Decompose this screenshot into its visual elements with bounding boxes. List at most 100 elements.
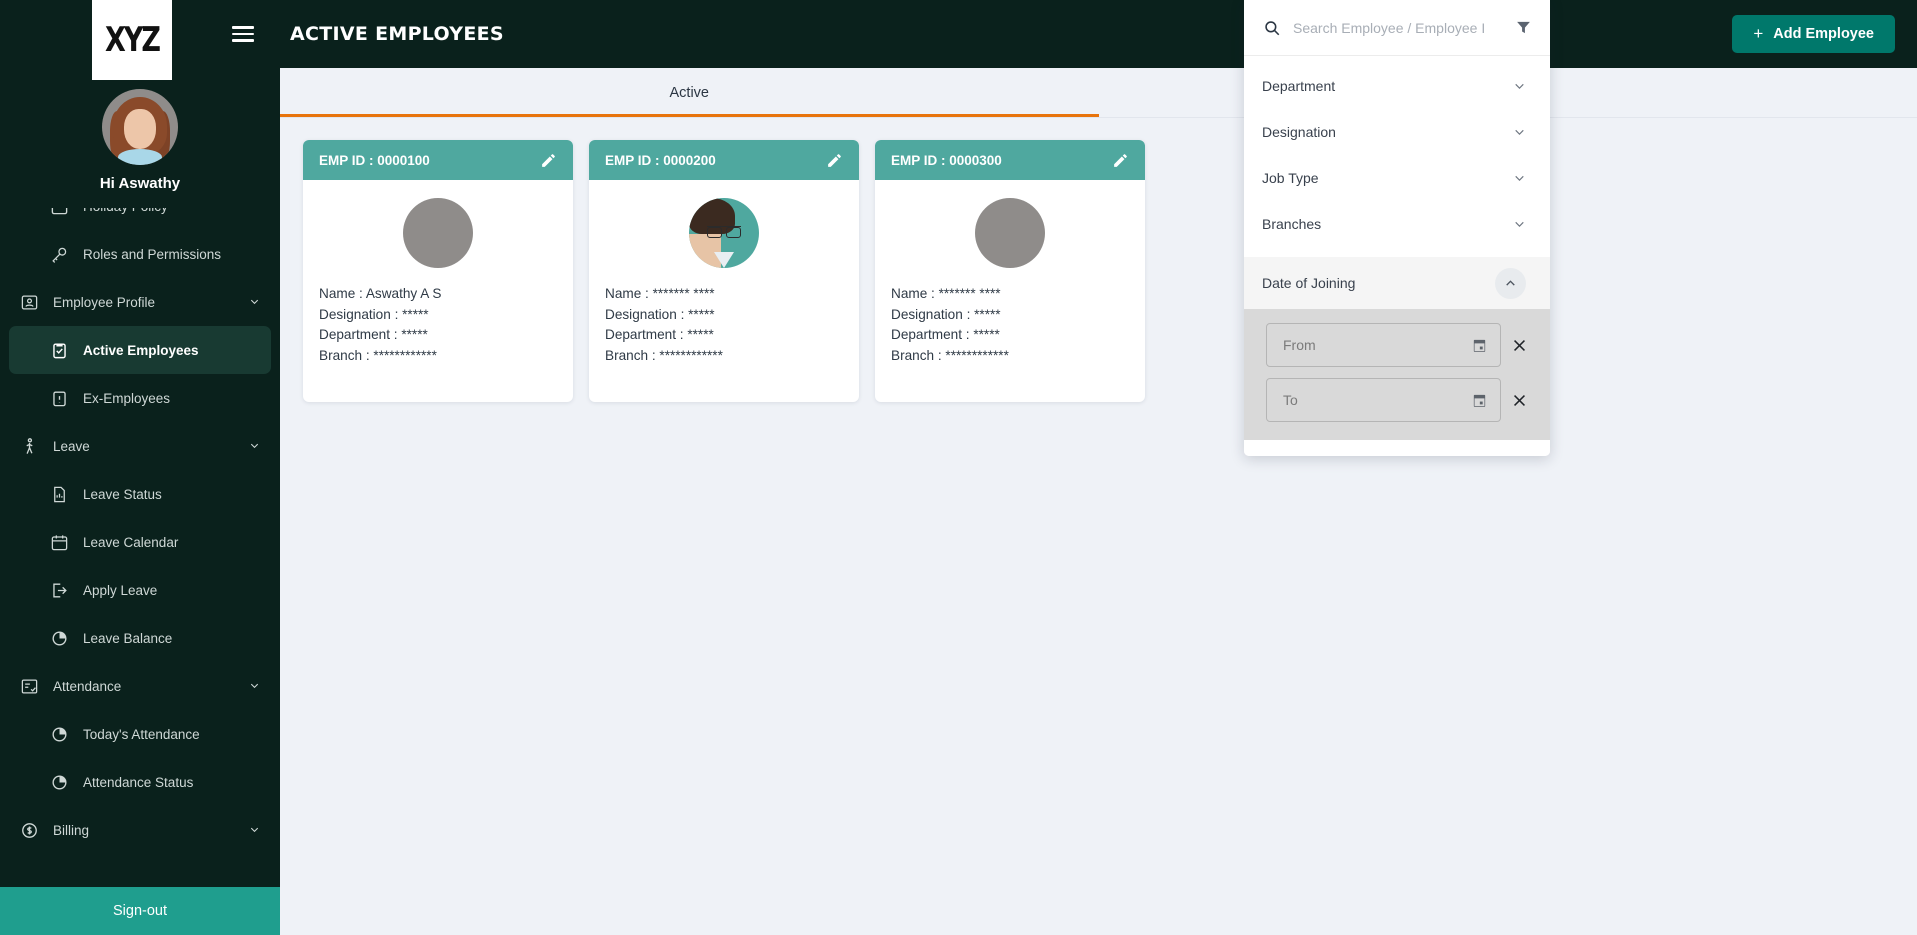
employee-photo	[403, 198, 473, 268]
brand-logo[interactable]: XYZ	[92, 0, 172, 80]
employee-department: Department : *****	[891, 325, 1145, 346]
calendar-icon[interactable]	[1471, 337, 1488, 354]
sidebar-item-label: Ex-Employees	[83, 391, 170, 406]
facet-department[interactable]: Department	[1244, 63, 1550, 109]
employee-name: Name : ******* ****	[891, 284, 1145, 305]
sidebar-item-roles-and-permissions[interactable]: Roles and Permissions	[0, 230, 280, 278]
clipboard-alert-icon	[48, 387, 70, 409]
facet-label: Job Type	[1262, 170, 1319, 186]
sidebar-item-label: Leave Calendar	[83, 535, 178, 550]
sidebar-item-leave-status[interactable]: Leave Status	[0, 470, 280, 518]
sidebar-item-employee-profile[interactable]: Employee Profile	[0, 278, 280, 326]
card-body: Name : ******* **** Designation : ***** …	[875, 268, 1145, 367]
pencil-icon[interactable]	[1112, 152, 1129, 169]
sidebar-item-active-employees[interactable]: Active Employees	[9, 326, 271, 374]
list-check-icon	[18, 675, 40, 697]
add-employee-button[interactable]: + Add Employee	[1732, 15, 1895, 53]
brand-logo-text: XYZ	[105, 21, 159, 60]
table-row[interactable]: EMP ID : 0000200 Name : ******* **** Des…	[589, 140, 859, 402]
calendar-icon[interactable]	[1471, 392, 1488, 409]
facet-label: Date of Joining	[1262, 275, 1355, 291]
top-bar: ACTIVE EMPLOYEES + Add Employee	[280, 0, 1917, 68]
sidebar-item-apply-leave[interactable]: Apply Leave	[0, 566, 280, 614]
employee-branch: Branch : ************	[605, 346, 859, 367]
plus-icon: +	[1753, 24, 1763, 44]
calendar-icon	[48, 208, 70, 217]
date-from-placeholder: From	[1283, 337, 1316, 353]
sidebar-item-label: Attendance	[53, 679, 121, 694]
search-filter-panel: Department Designation Job Type Branches…	[1244, 0, 1550, 456]
employee-name: Name : ******* ****	[605, 284, 859, 305]
funnel-icon[interactable]	[1515, 19, 1532, 36]
sidebar-item-label: Billing	[53, 823, 89, 838]
dollar-circle-icon	[18, 819, 40, 841]
date-to-row: To	[1266, 378, 1528, 422]
pencil-icon[interactable]	[540, 152, 557, 169]
date-to-field[interactable]: To	[1266, 378, 1501, 422]
search-input[interactable]	[1293, 20, 1503, 36]
card-body: Name : Aswathy A S Designation : ***** D…	[303, 268, 573, 367]
clear-from-date-icon[interactable]	[1511, 337, 1528, 354]
sign-out-label: Sign-out	[113, 903, 167, 919]
employee-branch: Branch : ************	[891, 346, 1145, 367]
facet-job-type[interactable]: Job Type	[1244, 155, 1550, 201]
sidebar-item-todays-attendance[interactable]: Today's Attendance	[0, 710, 280, 758]
sidebar-item-leave-balance[interactable]: Leave Balance	[0, 614, 280, 662]
date-of-joining-body: From To	[1244, 309, 1550, 440]
tab-active[interactable]: Active	[280, 68, 1099, 117]
page-title: ACTIVE EMPLOYEES	[290, 23, 504, 45]
sidebar-item-label: Holiday Policy	[83, 208, 168, 214]
sidebar-item-label: Apply Leave	[83, 583, 157, 598]
employee-designation: Designation : *****	[319, 305, 573, 326]
sidebar-header: XYZ	[0, 0, 280, 80]
sidebar-item-ex-employees[interactable]: Ex-Employees	[0, 374, 280, 422]
user-greeting: Hi Aswathy	[0, 175, 280, 192]
sidebar-item-label: Active Employees	[83, 343, 199, 358]
sign-out-button[interactable]: Sign-out	[0, 887, 280, 935]
date-from-field[interactable]: From	[1266, 323, 1501, 367]
hamburger-menu-icon[interactable]	[232, 26, 254, 46]
user-profile-block: Hi Aswathy	[0, 89, 280, 192]
chevron-down-icon	[1513, 80, 1526, 93]
add-employee-label: Add Employee	[1773, 26, 1874, 42]
chevron-down-icon	[249, 825, 260, 836]
employee-card-list: EMP ID : 0000100 Name : Aswathy A S Desi…	[280, 118, 1917, 402]
sidebar-item-label: Leave Status	[83, 487, 162, 502]
walking-person-icon	[18, 435, 40, 457]
employee-photo	[689, 198, 759, 268]
chevron-down-icon	[249, 681, 260, 692]
employee-id-label: EMP ID : 0000200	[605, 153, 716, 168]
key-icon	[48, 243, 70, 265]
employee-name: Name : Aswathy A S	[319, 284, 573, 305]
facet-label: Branches	[1262, 216, 1321, 232]
sidebar-item-label: Attendance Status	[83, 775, 193, 790]
sidebar-item-leave[interactable]: Leave	[0, 422, 280, 470]
chevron-down-icon	[249, 297, 260, 308]
table-row[interactable]: EMP ID : 0000300 Name : ******* **** Des…	[875, 140, 1145, 402]
sidebar: XYZ Hi Aswathy	[0, 0, 280, 935]
facet-date-of-joining[interactable]: Date of Joining	[1244, 257, 1550, 309]
employee-department: Department : *****	[319, 325, 573, 346]
sidebar-item-attendance[interactable]: Attendance	[0, 662, 280, 710]
employee-id-label: EMP ID : 0000300	[891, 153, 1002, 168]
tab-label: Active	[670, 85, 710, 101]
pencil-icon[interactable]	[826, 152, 843, 169]
table-row[interactable]: EMP ID : 0000100 Name : Aswathy A S Desi…	[303, 140, 573, 402]
employee-status-tabs: Active Disabled	[280, 68, 1917, 118]
sidebar-item-billing[interactable]: Billing	[0, 806, 280, 854]
pie-chart-icon	[48, 723, 70, 745]
sidebar-item-label: Leave Balance	[83, 631, 172, 646]
clear-to-date-icon[interactable]	[1511, 392, 1528, 409]
card-header: EMP ID : 0000100	[303, 140, 573, 180]
sidebar-item-leave-calendar[interactable]: Leave Calendar	[0, 518, 280, 566]
panel-footer	[1244, 440, 1550, 456]
sidebar-item-holiday-policy-clipped[interactable]: Holiday Policy	[0, 208, 280, 230]
pie-chart-icon	[48, 771, 70, 793]
avatar[interactable]	[102, 89, 178, 165]
facet-designation[interactable]: Designation	[1244, 109, 1550, 155]
chevron-up-icon[interactable]	[1495, 268, 1526, 299]
facet-branches[interactable]: Branches	[1244, 201, 1550, 247]
sidebar-item-label: Today's Attendance	[83, 727, 200, 742]
calendar-icon	[48, 531, 70, 553]
sidebar-item-attendance-status[interactable]: Attendance Status	[0, 758, 280, 806]
